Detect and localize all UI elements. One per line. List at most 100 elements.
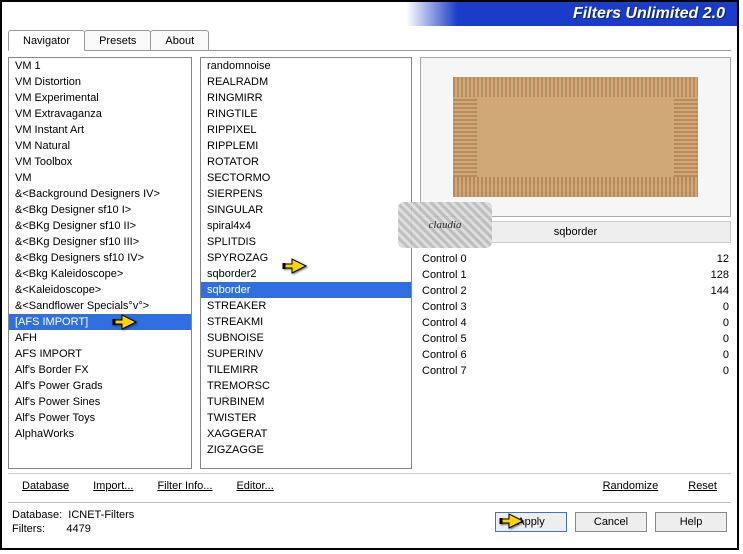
- filter-item[interactable]: SUPERINV: [201, 346, 411, 362]
- category-item[interactable]: AFH: [9, 330, 191, 346]
- tab-about[interactable]: About: [150, 30, 209, 50]
- filter-item[interactable]: TURBINEM: [201, 394, 411, 410]
- watermark: claudia: [398, 202, 492, 248]
- category-item[interactable]: Alf's Power Sines: [9, 394, 191, 410]
- filter-list[interactable]: randomnoiseREALRADMRINGMIRRRINGTILERIPPI…: [200, 57, 412, 469]
- filter-item[interactable]: sqborder: [201, 282, 411, 298]
- filter-item[interactable]: SUBNOISE: [201, 330, 411, 346]
- tool-database[interactable]: Database: [22, 480, 69, 492]
- category-item[interactable]: &<Bkg Designers sf10 IV>: [9, 250, 191, 266]
- filter-item[interactable]: randomnoise: [201, 58, 411, 74]
- control-label: Control 5: [422, 333, 482, 345]
- filter-item[interactable]: RIPPIXEL: [201, 122, 411, 138]
- status-db-value: ICNET-Filters: [68, 509, 134, 521]
- category-item[interactable]: &<Sandflower Specials°v°>: [9, 298, 191, 314]
- preview-area: [420, 57, 731, 217]
- category-item[interactable]: VM Experimental: [9, 90, 191, 106]
- toolbar: Database Import... Filter Info... Editor…: [8, 473, 731, 498]
- control-slider[interactable]: [488, 286, 693, 296]
- category-item[interactable]: &<Background Designers IV>: [9, 186, 191, 202]
- category-item[interactable]: AlphaWorks: [9, 426, 191, 442]
- control-label: Control 2: [422, 285, 482, 297]
- apply-button[interactable]: Apply: [495, 512, 567, 532]
- control-row: Control 0 12: [420, 251, 731, 267]
- tab-strip: Navigator Presets About: [8, 30, 731, 51]
- control-label: Control 6: [422, 349, 482, 361]
- tool-randomize[interactable]: Randomize: [603, 480, 659, 492]
- control-row: Control 5 0: [420, 331, 731, 347]
- filter-item[interactable]: spiral4x4: [201, 218, 411, 234]
- category-item[interactable]: AFS IMPORT: [9, 346, 191, 362]
- control-label: Control 1: [422, 269, 482, 281]
- tool-import[interactable]: Import...: [93, 480, 133, 492]
- filter-item[interactable]: TREMORSC: [201, 378, 411, 394]
- category-item[interactable]: VM 1: [9, 58, 191, 74]
- control-value: 0: [699, 317, 729, 329]
- control-value: 0: [699, 333, 729, 345]
- tool-filter-info[interactable]: Filter Info...: [157, 480, 212, 492]
- control-slider[interactable]: [488, 254, 693, 264]
- category-item[interactable]: &<Bkg Kaleidoscope>: [9, 266, 191, 282]
- category-list[interactable]: VM 1VM DistortionVM ExperimentalVM Extra…: [8, 57, 192, 469]
- control-slider[interactable]: [488, 302, 693, 312]
- category-item[interactable]: &<BKg Designer sf10 III>: [9, 234, 191, 250]
- category-item[interactable]: Alf's Power Toys: [9, 410, 191, 426]
- tab-navigator[interactable]: Navigator: [8, 30, 85, 51]
- control-slider[interactable]: [488, 334, 693, 344]
- button-row: Apply Cancel Help: [495, 512, 727, 532]
- controls-panel: Control 0 12 Control 1 128 Control 2 144 Contr…: [420, 251, 731, 467]
- category-item[interactable]: VM Extravaganza: [9, 106, 191, 122]
- filter-item[interactable]: REALRADM: [201, 74, 411, 90]
- control-value: 12: [699, 253, 729, 265]
- control-slider[interactable]: [488, 366, 693, 376]
- filter-item[interactable]: ROTATOR: [201, 154, 411, 170]
- category-item[interactable]: VM Instant Art: [9, 122, 191, 138]
- right-panel: sqborder Control 012Control 1128Control …: [420, 57, 731, 467]
- category-item[interactable]: [AFS IMPORT]: [9, 314, 191, 330]
- category-item[interactable]: &<Kaleidoscope>: [9, 282, 191, 298]
- filter-item[interactable]: sqborder2: [201, 266, 411, 282]
- tool-reset[interactable]: Reset: [688, 480, 717, 492]
- tab-presets[interactable]: Presets: [84, 30, 151, 50]
- filter-item[interactable]: XAGGERAT: [201, 426, 411, 442]
- filter-item[interactable]: SINGULAR: [201, 202, 411, 218]
- control-slider[interactable]: [488, 350, 693, 360]
- category-item[interactable]: VM: [9, 170, 191, 186]
- control-label: Control 0: [422, 253, 482, 265]
- control-label: Control 4: [422, 317, 482, 329]
- filter-item[interactable]: RIPPLEMI: [201, 138, 411, 154]
- cancel-button[interactable]: Cancel: [575, 512, 647, 532]
- help-button[interactable]: Help: [655, 512, 727, 532]
- control-row: Control 70: [420, 363, 731, 379]
- control-slider[interactable]: [488, 270, 693, 280]
- category-item[interactable]: Alf's Power Grads: [9, 378, 191, 394]
- filter-item[interactable]: RINGMIRR: [201, 90, 411, 106]
- filter-item[interactable]: RINGTILE: [201, 106, 411, 122]
- control-slider[interactable]: [488, 318, 693, 328]
- category-item[interactable]: &<BKg Designer sf10 II>: [9, 218, 191, 234]
- tool-editor[interactable]: Editor...: [236, 480, 273, 492]
- category-item[interactable]: VM Natural: [9, 138, 191, 154]
- filter-item[interactable]: TWISTER: [201, 410, 411, 426]
- filter-item[interactable]: STREAKER: [201, 298, 411, 314]
- control-value: 144: [699, 285, 729, 297]
- filter-item[interactable]: SPYROZAG: [201, 250, 411, 266]
- category-item[interactable]: VM Toolbox: [9, 154, 191, 170]
- control-row: Control 60: [420, 347, 731, 363]
- filter-item[interactable]: SIERPENS: [201, 186, 411, 202]
- title-bar: Filters Unlimited 2.0: [2, 2, 737, 26]
- category-item[interactable]: &<Bkg Designer sf10 I>: [9, 202, 191, 218]
- control-value: 128: [699, 269, 729, 281]
- filter-item[interactable]: SECTORMO: [201, 170, 411, 186]
- filter-item[interactable]: STREAKMI: [201, 314, 411, 330]
- filter-item[interactable]: ZIGZAGGE: [201, 442, 411, 458]
- preview-image: [453, 77, 698, 197]
- control-value: 0: [699, 301, 729, 313]
- category-item[interactable]: VM Distortion: [9, 74, 191, 90]
- control-label: Control 3: [422, 301, 482, 313]
- filter-item[interactable]: SPLITDIS: [201, 234, 411, 250]
- category-item[interactable]: Alf's Border FX: [9, 362, 191, 378]
- filter-item[interactable]: TILEMIRR: [201, 362, 411, 378]
- status-info: Database: ICNET-Filters Filters: 4479: [12, 509, 134, 535]
- app-title: Filters Unlimited 2.0: [573, 5, 725, 23]
